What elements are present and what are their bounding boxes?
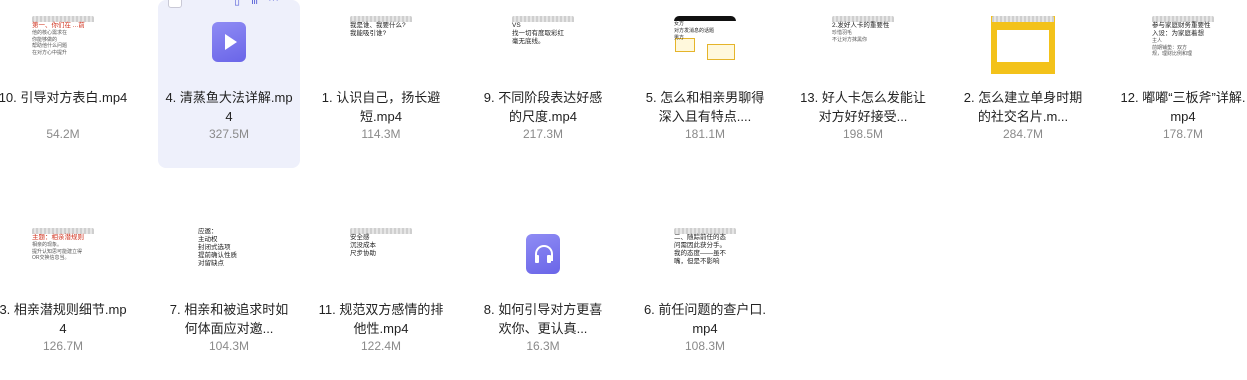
file-name[interactable]: 1. 认识自己，扬长避短.mp4 (316, 88, 446, 126)
thumbnail-text: 在对方心中提升 (32, 49, 68, 56)
select-checkbox[interactable] (168, 0, 182, 8)
thumbnail-text: 入设：为家庭着想 (1152, 30, 1204, 37)
video-thumbnail: 应邀： 主动权 封闭式选项 提前确认性质 对留缺点 (197, 228, 261, 286)
file-name[interactable]: 3. 相亲潜规则细节.mp4 (0, 300, 128, 338)
thumbnail-text: 我能吸引谁? (350, 30, 387, 37)
thumbnail-text: 问需因此获分手。 (674, 242, 726, 249)
thumbnail-text: 嘴，但是不影响 (674, 258, 720, 265)
thumbnail-text: 沉没成本 (350, 242, 376, 249)
file-item[interactable]: 安全感 沉没成本 尺步协助 11. 规范双方感情的排他性.mp4 122.4M (310, 212, 452, 380)
file-size: 126.7M (42, 339, 84, 353)
file-item[interactable]: VS 找一切有度取彩红 毫无底线。 9. 不同阶段表达好感的尺度.mp4 217.3M (472, 0, 614, 168)
file-item[interactable]: 8. 如何引导对方更喜欢你、更认真... 16.3M (472, 212, 614, 380)
file-size: 198.5M (842, 127, 884, 141)
file-item[interactable]: 我是谁、我要什么? 我能吸引谁? 1. 认识自己，扬长避短.mp4 114.3M (310, 0, 452, 168)
thumbnail-text: 封闭式选项 (198, 244, 231, 251)
thumbnail-toolbar (992, 16, 1054, 22)
video-thumbnail: 2.发好人卡的重要性 珍惜羽毛 不让对方抹黑你 (831, 16, 895, 74)
audio-file-icon (526, 234, 560, 274)
file-size: 122.4M (360, 339, 402, 353)
file-item[interactable]: 2.发好人卡的重要性 珍惜羽毛 不让对方抹黑你 13. 好人卡怎么发能让对方好好接受.… (792, 0, 934, 168)
file-item[interactable]: 主题：相亲潜规则 相亲的现象。 提升认知思可能建立得 OR交换信息当。 3. 相亲潜规则… (0, 212, 134, 380)
file-item[interactable]: 第一、你们在 ...前 他的核心需求在 你能够做的 帮助他什么问题 在对方心中提升 10.… (0, 0, 134, 168)
file-size: 217.3M (522, 127, 564, 141)
thumbnail-text: 主题：相亲潜规则 (32, 234, 84, 241)
thumbnail-text: 女方 (674, 21, 685, 27)
more-icon[interactable]: ··· (268, 0, 279, 6)
file-name[interactable]: 11. 规范双方感情的排他性.mp4 (316, 300, 446, 338)
file-name[interactable]: 10. 引导对方表白.mp4 (0, 88, 128, 107)
phone-icon[interactable]: ▯ (234, 0, 240, 7)
thumbnail-text: 应邀： (198, 228, 218, 235)
file-item[interactable]: ▯ ⋔ ··· 4. 清蒸鱼大法详解.mp4 327.5M (158, 0, 300, 168)
file-size: 114.3M (361, 127, 401, 141)
file-size: 284.7M (1002, 127, 1044, 141)
file-size: 108.3M (684, 339, 726, 353)
video-thumbnail: 安全感 沉没成本 尺步协助 (349, 228, 413, 286)
thumbnail-text: 不让对方抹黑你 (832, 36, 868, 43)
thumbnail-text: 我的态度——虽不 (674, 250, 726, 257)
share-icon[interactable]: ⋔ (250, 0, 259, 7)
file-item[interactable]: 2. 怎么建立单身时期的社交名片.m... 284.7M (952, 0, 1094, 168)
thumbnail-text: 安全感 (350, 234, 370, 241)
file-name[interactable]: 6. 前任问题的查户口.mp4 (640, 300, 770, 338)
thumbnail-text: VS (512, 22, 521, 29)
play-triangle (225, 34, 237, 50)
video-thumbnail: 第一、你们在 ...前 他的核心需求在 你能够做的 帮助他什么问题 在对方心中提升 (31, 16, 95, 74)
play-overlay-icon (1017, 38, 1027, 50)
file-name[interactable]: 13. 好人卡怎么发能让对方好好接受... (798, 88, 928, 126)
file-name[interactable]: 7. 相亲和被追求时如何体面应对邀... (164, 300, 294, 338)
thumbnail-text: 对方发消息的话题 (674, 28, 715, 34)
file-size: 181.1M (684, 127, 726, 141)
headphones-left (535, 255, 539, 263)
video-thumbnail: 参与家庭财务重要性 入设：为家庭着想 主人 前期铺垫：双方 规，理财比例和理 (1151, 16, 1215, 74)
hover-toolbar: ▯ ⋔ ··· (164, 0, 294, 10)
file-size: 104.3M (208, 339, 250, 353)
video-thumbnail: 二、随踪前任的态 问需因此获分手。 我的态度——虽不 嘴，但是不影响 (673, 228, 737, 286)
file-item[interactable]: 女方 对方发消息的话题 男方 5. 怎么和相亲男聊得深入且有特点.... 181.1M (634, 0, 776, 168)
file-size: 178.7M (1162, 127, 1204, 141)
video-thumbnail: 女方 对方发消息的话题 男方 (673, 16, 737, 74)
file-name[interactable]: 4. 清蒸鱼大法详解.mp4 (164, 88, 294, 126)
thumbnail-text: 尺步协助 (350, 250, 376, 257)
video-thumbnail: VS 找一切有度取彩红 毫无底线。 (511, 16, 575, 74)
file-grid: 第一、你们在 ...前 他的核心需求在 你能够做的 帮助他什么问题 在对方心中提升 10.… (0, 0, 1247, 356)
file-item[interactable]: 应邀： 主动权 封闭式选项 提前确认性质 对留缺点 7. 相亲和被追求时如何体面应对邀..… (158, 212, 300, 380)
thumbnail-text: 毫无底线。 (512, 38, 545, 45)
thumbnail-text: 主动权 (198, 236, 218, 243)
file-item[interactable]: 参与家庭财务重要性 入设：为家庭着想 主人 前期铺垫：双方 规，理财比例和理 12. 嘟嘟… (1112, 0, 1247, 168)
thumbnail-text: 二、随踪前任的态 (674, 234, 726, 241)
thumbnail-text: 提前确认性质 (198, 252, 237, 259)
file-name[interactable]: 9. 不同阶段表达好感的尺度.mp4 (478, 88, 608, 126)
file-size: 327.5M (208, 127, 250, 141)
headphones-right (547, 255, 551, 263)
video-file-icon (212, 22, 246, 62)
thumbnail-text: 找一切有度取彩红 (512, 30, 564, 37)
thumbnail-text: 规，理财比例和理 (1152, 51, 1193, 57)
file-name[interactable]: 2. 怎么建立单身时期的社交名片.m... (958, 88, 1088, 126)
file-size: 16.3M (526, 339, 560, 353)
video-thumbnail (991, 16, 1055, 74)
thumbnail-text: 参与家庭财务重要性 (1152, 22, 1211, 29)
thumbnail-text: 对留缺点 (198, 260, 224, 267)
thumbnail-text: 我是谁、我要什么? (350, 22, 406, 29)
thumbnail-text: OR交换信息当。 (32, 255, 70, 261)
file-name[interactable]: 12. 嘟嘟“三板斧”详解.mp4 (1118, 88, 1247, 126)
video-thumbnail: 主题：相亲潜规则 相亲的现象。 提升认知思可能建立得 OR交换信息当。 (31, 228, 95, 286)
video-thumbnail: 我是谁、我要什么? 我能吸引谁? (349, 16, 413, 74)
thumbnail-text: 男方 (674, 35, 685, 41)
thumbnail-text: 第一、你们在 ...前 (32, 22, 85, 29)
file-name[interactable]: 8. 如何引导对方更喜欢你、更认真... (478, 300, 608, 338)
file-name[interactable]: 5. 怎么和相亲男聊得深入且有特点.... (640, 88, 770, 126)
thumbnail-text: 2.发好人卡的重要性 (832, 22, 890, 29)
file-size: 54.2M (46, 127, 80, 141)
thumbnail-box (707, 44, 735, 60)
file-item[interactable]: 二、随踪前任的态 问需因此获分手。 我的态度——虽不 嘴，但是不影响 6. 前任问题的查… (634, 212, 776, 380)
